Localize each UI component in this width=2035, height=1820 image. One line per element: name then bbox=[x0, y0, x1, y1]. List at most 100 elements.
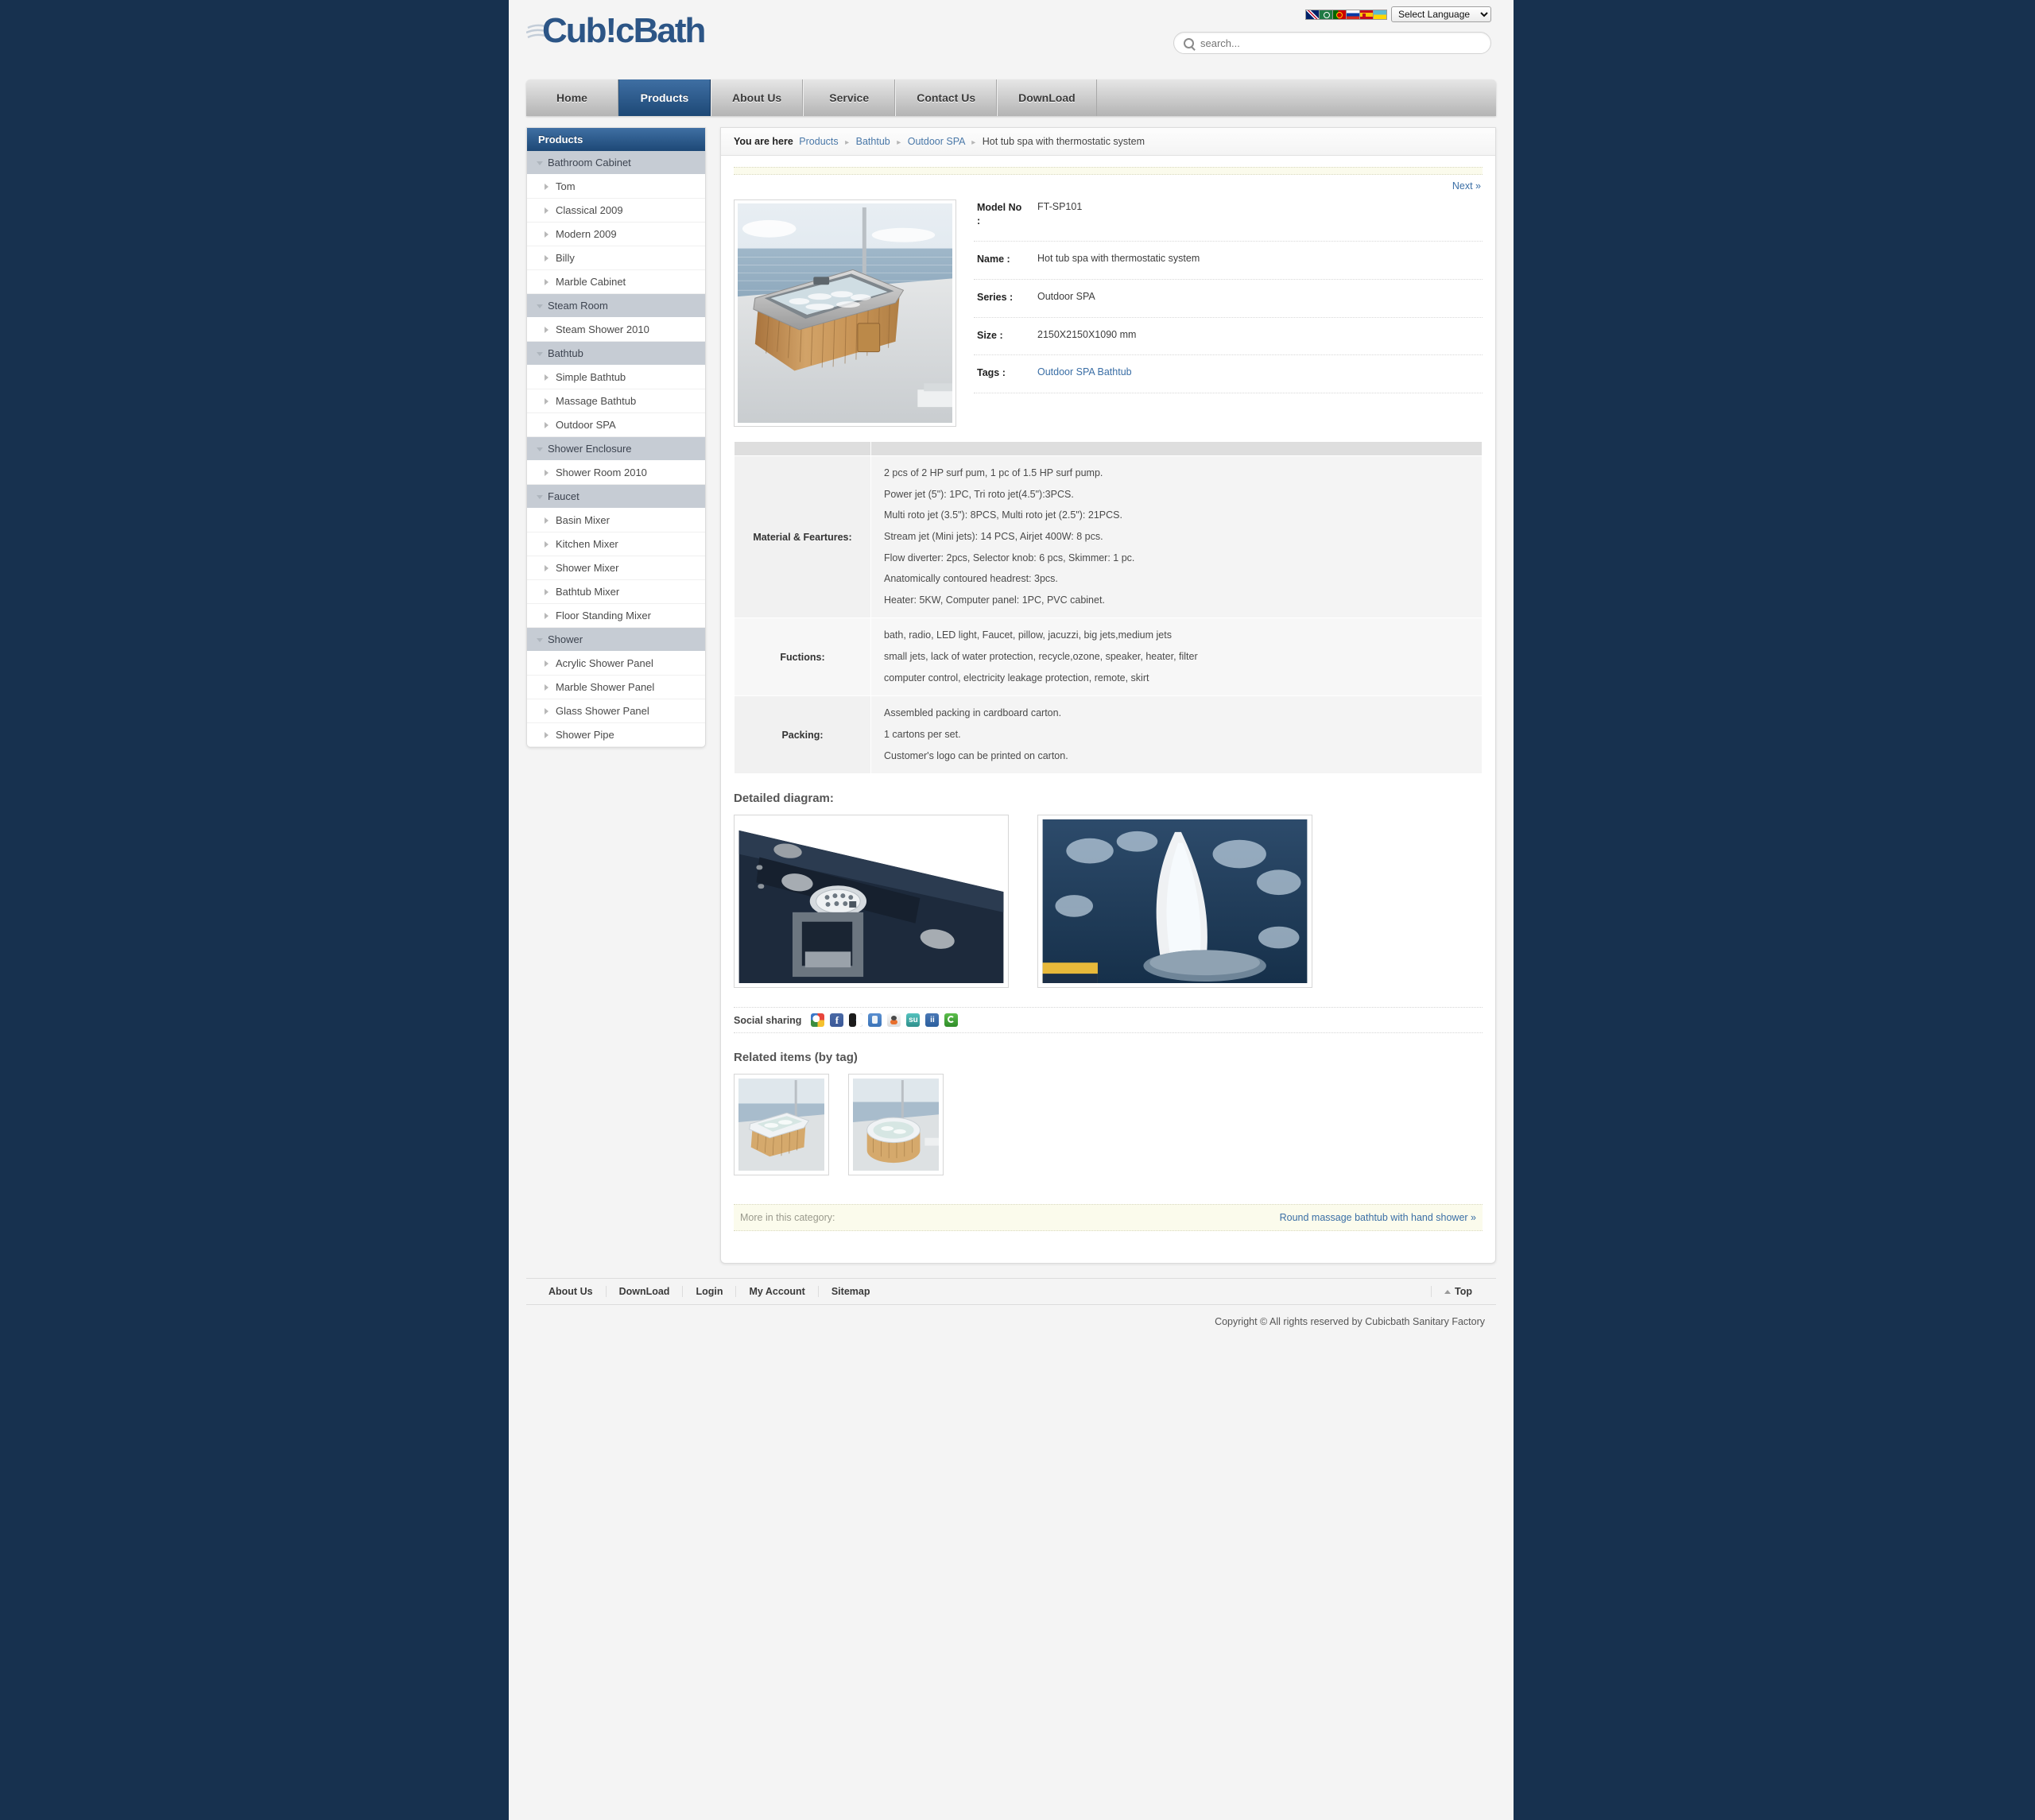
social-sharing-bar: Social sharing f su ii bbox=[734, 1007, 1483, 1034]
more-in-category: More in this category: Round massage bat… bbox=[734, 1204, 1483, 1232]
table-row-packing: Packing: Assembled packing in cardboard … bbox=[734, 695, 1483, 775]
table-line: Heater: 5KW, Computer panel: 1PC, PVC ca… bbox=[884, 594, 1105, 606]
sidebar-category-faucet[interactable]: Faucet bbox=[527, 485, 705, 509]
footer-link-sitemap[interactable]: Sitemap bbox=[817, 1286, 883, 1298]
sidebar-item-kitchen-mixer[interactable]: Kitchen Mixer bbox=[527, 532, 705, 556]
table-line: Flow diverter: 2pcs, Selector knob: 6 pc… bbox=[884, 552, 1135, 563]
caret-up-icon bbox=[1444, 1290, 1452, 1295]
site-container: Cub!cBath Select Language Home bbox=[509, 0, 1514, 1820]
next-link[interactable]: Next » bbox=[1452, 180, 1481, 192]
footer-link-download[interactable]: DownLoad bbox=[605, 1286, 683, 1298]
next-navigation: Next » bbox=[734, 178, 1483, 199]
social-sharing-label: Social sharing bbox=[734, 1014, 802, 1026]
related-square-tub-image bbox=[738, 1078, 824, 1171]
thumbs-up-icon[interactable] bbox=[868, 1013, 882, 1028]
sidebar-category-shower-enclosure[interactable]: Shower Enclosure bbox=[527, 437, 705, 461]
footer-link-about-us[interactable]: About Us bbox=[537, 1286, 606, 1297]
flag-ukraine[interactable] bbox=[1373, 9, 1387, 20]
flag-arabic[interactable] bbox=[1319, 9, 1333, 20]
technorati-icon[interactable] bbox=[944, 1013, 959, 1028]
nav-item-home[interactable]: Home bbox=[526, 79, 618, 116]
product-image-frame[interactable] bbox=[734, 199, 956, 427]
search-input[interactable] bbox=[1200, 37, 1481, 49]
spec-value: Outdoor SPA Bathtub bbox=[1026, 366, 1132, 378]
sidebar-item-outdoor-spa[interactable]: Outdoor SPA bbox=[527, 413, 705, 437]
sidebar-item-massage-bathtub[interactable]: Massage Bathtub bbox=[527, 389, 705, 413]
nav-item-about-us[interactable]: About Us bbox=[711, 79, 804, 116]
sidebar-item-marble-cabinet[interactable]: Marble Cabinet bbox=[527, 270, 705, 294]
spec-value: Hot tub spa with thermostatic system bbox=[1037, 252, 1200, 264]
main-navigation: Home Products About Us Service Contact U… bbox=[526, 79, 1496, 116]
sidebar-item-glass-shower-panel[interactable]: Glass Shower Panel bbox=[527, 699, 705, 723]
table-line: small jets, lack of water protection, re… bbox=[884, 651, 1198, 662]
table-line: Power jet (5"): 1PC, Tri roto jet(4.5"):… bbox=[884, 488, 1074, 500]
breadcrumb-link-outdoor-spa[interactable]: Outdoor SPA bbox=[908, 136, 965, 147]
sidebar-item-classical-2009[interactable]: Classical 2009 bbox=[527, 199, 705, 223]
product-article: Next » Model No: FT-SP101 Name: Hot tu… bbox=[721, 156, 1495, 1232]
sidebar-item-floor-standing-mixer[interactable]: Floor Standing Mixer bbox=[527, 604, 705, 628]
sidebar-item-billy[interactable]: Billy bbox=[527, 246, 705, 270]
sidebar-item-shower-mixer[interactable]: Shower Mixer bbox=[527, 556, 705, 580]
spec-value: 2150X2150X1090 mm bbox=[1037, 328, 1137, 340]
facebook-icon[interactable]: f bbox=[830, 1013, 844, 1028]
nav-item-download[interactable]: DownLoad bbox=[997, 79, 1097, 116]
search-icon bbox=[1184, 37, 1194, 48]
flag-russia[interactable] bbox=[1346, 9, 1360, 20]
sidebar-category-shower[interactable]: Shower bbox=[527, 628, 705, 652]
table-key-fuctions: Fuctions: bbox=[734, 618, 871, 697]
sidebar-item-shower-room-2010[interactable]: Shower Room 2010 bbox=[527, 461, 705, 485]
nav-item-products[interactable]: Products bbox=[618, 79, 711, 116]
google-buzz-icon[interactable] bbox=[811, 1013, 825, 1028]
flag-uk[interactable] bbox=[1305, 9, 1320, 20]
back-to-top-link[interactable]: Top bbox=[1431, 1286, 1485, 1298]
sidebar-item-basin-mixer[interactable]: Basin Mixer bbox=[527, 509, 705, 532]
sidebar-item-simple-bathtub[interactable]: Simple Bathtub bbox=[527, 366, 705, 389]
breadcrumb-separator-icon: ▸ bbox=[897, 138, 901, 147]
sidebar-item-acrylic-shower-panel[interactable]: Acrylic Shower Panel bbox=[527, 652, 705, 676]
sidebar-item-tom[interactable]: Tom bbox=[527, 175, 705, 199]
sidebar-category-steam-room[interactable]: Steam Room bbox=[527, 294, 705, 318]
footer-link-login[interactable]: Login bbox=[682, 1286, 735, 1298]
mixx-icon[interactable]: ii bbox=[925, 1013, 940, 1028]
delicious-icon[interactable] bbox=[849, 1013, 863, 1028]
breadcrumb-link-products[interactable]: Products bbox=[799, 136, 838, 147]
stumbleupon-icon[interactable]: su bbox=[906, 1013, 921, 1028]
breadcrumb-link-bathtub[interactable]: Bathtub bbox=[856, 136, 890, 147]
related-items-heading: Related items (by tag) bbox=[734, 1051, 858, 1065]
logo-text: Cub!cBath bbox=[542, 11, 706, 50]
sidebar-item-shower-pipe[interactable]: Shower Pipe bbox=[527, 723, 705, 747]
footer-link-my-account[interactable]: My Account bbox=[735, 1286, 817, 1298]
sidebar-category-bathroom-cabinet[interactable]: Bathroom Cabinet bbox=[527, 151, 705, 175]
spec-row-series: Series : Outdoor SPA bbox=[974, 280, 1483, 318]
site-header: Cub!cBath Select Language bbox=[509, 0, 1514, 79]
sidebar-category-bathtub[interactable]: Bathtub bbox=[527, 342, 705, 366]
diagram-image-frame-1[interactable] bbox=[734, 815, 1009, 989]
related-item-1[interactable] bbox=[734, 1074, 829, 1176]
nav-item-contact-us[interactable]: Contact Us bbox=[895, 79, 998, 116]
reddit-icon[interactable] bbox=[887, 1013, 901, 1028]
flag-spain[interactable] bbox=[1359, 9, 1374, 20]
sidebar-item-marble-shower-panel[interactable]: Marble Shower Panel bbox=[527, 676, 705, 699]
diagram-image-frame-2[interactable] bbox=[1037, 815, 1312, 989]
site-logo[interactable]: Cub!cBath bbox=[525, 11, 706, 52]
spec-key: Size : bbox=[977, 329, 1003, 341]
page-background: Cub!cBath Select Language Home bbox=[0, 0, 2035, 1820]
breadcrumb: You are here Products ▸ Bathtub ▸ Outdoo… bbox=[721, 128, 1495, 156]
table-line: Multi roto jet (3.5"): 8PCS, Multi roto … bbox=[884, 509, 1122, 521]
search-box[interactable] bbox=[1173, 32, 1491, 54]
spec-row-name: Name : Hot tub spa with thermostatic sys… bbox=[974, 242, 1483, 280]
sidebar-item-bathtub-mixer[interactable]: Bathtub Mixer bbox=[527, 580, 705, 604]
tag-link-outdoor-spa-bathtub[interactable]: Outdoor SPA Bathtub bbox=[1037, 366, 1132, 378]
more-in-category-link[interactable]: Round massage bathtub with hand shower » bbox=[1280, 1212, 1476, 1223]
nav-item-service[interactable]: Service bbox=[803, 79, 896, 116]
site-footer: About Us DownLoad Login My Account Sitem… bbox=[509, 1264, 1514, 1348]
spec-row-model-no: Model No : FT-SP101 bbox=[974, 199, 1483, 242]
sidebar-item-modern-2009[interactable]: Modern 2009 bbox=[527, 223, 705, 246]
spec-key: Model No : bbox=[977, 202, 1022, 227]
related-item-2[interactable] bbox=[848, 1074, 944, 1176]
flag-portugal[interactable] bbox=[1332, 9, 1347, 20]
language-select[interactable]: Select Language bbox=[1391, 6, 1491, 22]
sidebar-item-steam-shower-2010[interactable]: Steam Shower 2010 bbox=[527, 318, 705, 342]
product-detail-table: Material & Feartures: 2 pcs of 2 HP surf… bbox=[734, 441, 1483, 775]
spec-key: Series : bbox=[977, 291, 1014, 303]
